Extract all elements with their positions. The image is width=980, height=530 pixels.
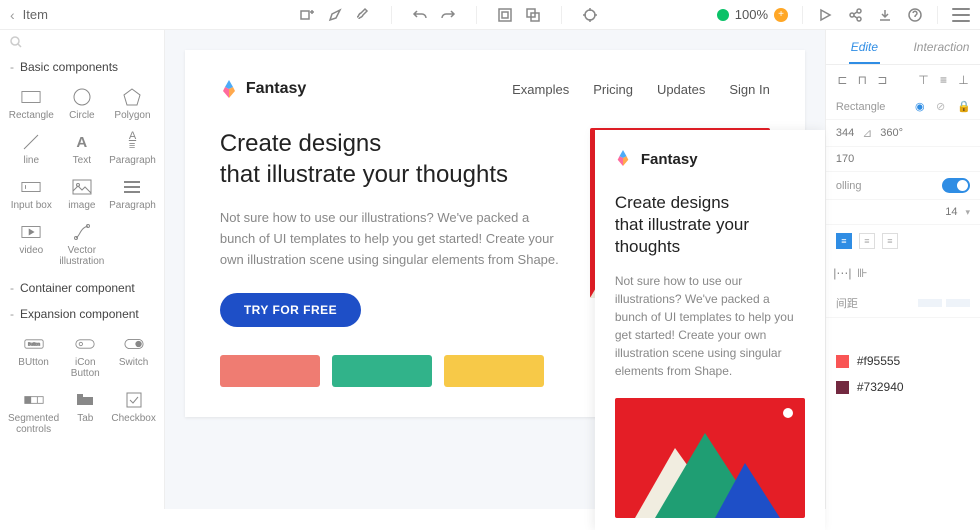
brand-logo: Fantasy — [220, 80, 306, 98]
svg-text:Button: Button — [28, 342, 41, 347]
lock-icon[interactable]: 🔒 — [957, 100, 970, 113]
section-basic[interactable]: Basic components — [0, 54, 164, 80]
brush-icon[interactable] — [355, 7, 371, 23]
rotation-input[interactable]: 360° — [880, 127, 903, 139]
nav-menu: Examples Pricing Updates Sign In — [512, 82, 770, 97]
hero-description: Not sure how to use our illustrations? W… — [220, 208, 560, 270]
angle-icon: ⊿ — [862, 126, 872, 140]
tab-interaction[interactable]: Interaction — [903, 30, 980, 64]
comp-image[interactable]: image — [57, 174, 108, 215]
hero-heading: Create designsthat illustrate your thoug… — [220, 128, 560, 190]
align-right-icon[interactable]: ⊐ — [876, 73, 889, 86]
distribute-v-icon[interactable]: ⊪ — [856, 265, 869, 281]
align-middle-icon[interactable]: ≡ — [937, 73, 950, 86]
text-align-left[interactable]: ≡ — [836, 233, 852, 249]
spacing-label: 间距 — [836, 295, 858, 311]
visibility-icon[interactable]: ◉ — [915, 100, 928, 113]
comp-checkbox[interactable]: Checkbox — [109, 387, 157, 439]
share-icon[interactable] — [847, 7, 863, 23]
add-artboard-icon[interactable] — [299, 7, 315, 23]
comp-line[interactable]: line — [6, 129, 57, 170]
nav-updates[interactable]: Updates — [657, 82, 705, 97]
back-button[interactable]: ‹ — [10, 7, 15, 23]
breadcrumb-item: Item — [23, 7, 48, 22]
search-input[interactable] — [0, 30, 164, 54]
comp-vector[interactable]: Vector illustration — [57, 219, 108, 271]
comp-text[interactable]: AText — [57, 129, 108, 170]
hamburger-icon[interactable] — [952, 8, 970, 22]
mobile-preview: Fantasy Create designsthat illustrate yo… — [595, 130, 825, 530]
comp-input[interactable]: Input box — [6, 174, 57, 215]
download-icon[interactable] — [877, 7, 893, 23]
comp-segmented[interactable]: Segmented controls — [6, 387, 61, 439]
comp-paragraph2[interactable]: Paragraph — [107, 174, 158, 215]
align-top-icon[interactable]: ⊤ — [917, 73, 930, 86]
logo-icon — [220, 80, 238, 98]
logo-icon — [615, 150, 633, 168]
preview-description: Not sure how to use our illustrations? W… — [615, 272, 805, 380]
align-center-icon[interactable]: ⊓ — [856, 73, 869, 86]
help-icon[interactable] — [907, 7, 923, 23]
components-panel: Basic components Rectangle Circle Polygo… — [0, 30, 165, 509]
text-align-right[interactable]: ≡ — [882, 233, 898, 249]
inspector-panel: Edite Interaction ⊏ ⊓ ⊐ ⊤ ≡ ⊥ Rectangle … — [825, 30, 980, 509]
color-swatches — [220, 355, 560, 387]
section-expansion[interactable]: Expansion component — [0, 301, 164, 327]
comp-polygon[interactable]: Polygon — [107, 84, 158, 125]
nav-signin[interactable]: Sign In — [729, 82, 769, 97]
canvas[interactable]: Fantasy Examples Pricing Updates Sign In… — [165, 30, 825, 509]
preview-heading: Create designsthat illustrate your thoug… — [615, 192, 805, 258]
nav-pricing[interactable]: Pricing — [593, 82, 633, 97]
swatch-yellow[interactable] — [444, 355, 544, 387]
scrolling-toggle[interactable] — [942, 178, 970, 193]
element-type-row: Rectangle ◉ ⊘ 🔒 — [826, 94, 980, 120]
undo-icon[interactable] — [412, 7, 428, 23]
comp-tab[interactable]: Tab — [61, 387, 109, 439]
preview-illustration — [615, 398, 805, 518]
status-dot-icon — [717, 9, 729, 21]
tab-edit[interactable]: Edite — [826, 30, 903, 64]
comp-rectangle[interactable]: Rectangle — [6, 84, 57, 125]
top-toolbar: ‹ Item 100% + — [0, 0, 980, 30]
pen-icon[interactable] — [327, 7, 343, 23]
color-chip — [836, 355, 849, 368]
comp-icon-button[interactable]: iCon Button — [61, 331, 109, 383]
align-left-icon[interactable]: ⊏ — [836, 73, 849, 86]
redo-icon[interactable] — [440, 7, 456, 23]
preview-logo: Fantasy — [615, 150, 805, 168]
align-toolbar: ⊏ ⊓ ⊐ ⊤ ≡ ⊥ — [826, 65, 980, 94]
color-chip — [836, 381, 849, 394]
play-icon[interactable] — [817, 7, 833, 23]
comp-video[interactable]: video — [6, 219, 57, 271]
font-size-input[interactable]: 14 — [945, 206, 957, 218]
disable-icon[interactable]: ⊘ — [936, 100, 949, 113]
swatch-red[interactable] — [220, 355, 320, 387]
comp-paragraph[interactable]: A≡Paragraph — [107, 129, 158, 170]
comp-button[interactable]: ButtonBUtton — [6, 331, 61, 383]
scrolling-label: olling — [836, 180, 862, 192]
height-input[interactable]: 170 — [836, 153, 854, 165]
align-bottom-icon[interactable]: ⊥ — [957, 73, 970, 86]
section-container[interactable]: Container component — [0, 275, 164, 301]
width-input[interactable]: 344 — [836, 127, 854, 139]
comp-circle[interactable]: Circle — [57, 84, 108, 125]
zoom-indicator[interactable]: 100% + — [717, 7, 788, 22]
text-align-center[interactable]: ≡ — [859, 233, 875, 249]
comp-switch[interactable]: Switch — [109, 331, 157, 383]
target-icon[interactable] — [582, 7, 598, 23]
nav-examples[interactable]: Examples — [512, 82, 569, 97]
cta-button[interactable]: TRY FOR FREE — [220, 293, 361, 327]
distribute-h-icon[interactable]: |⋯| — [836, 265, 849, 281]
swatch-green[interactable] — [332, 355, 432, 387]
color-row-1[interactable]: #f95555 — [826, 348, 980, 374]
group-icon[interactable] — [497, 7, 513, 23]
add-icon[interactable]: + — [774, 8, 788, 22]
ungroup-icon[interactable] — [525, 7, 541, 23]
color-row-2[interactable]: #732940 — [826, 374, 980, 400]
